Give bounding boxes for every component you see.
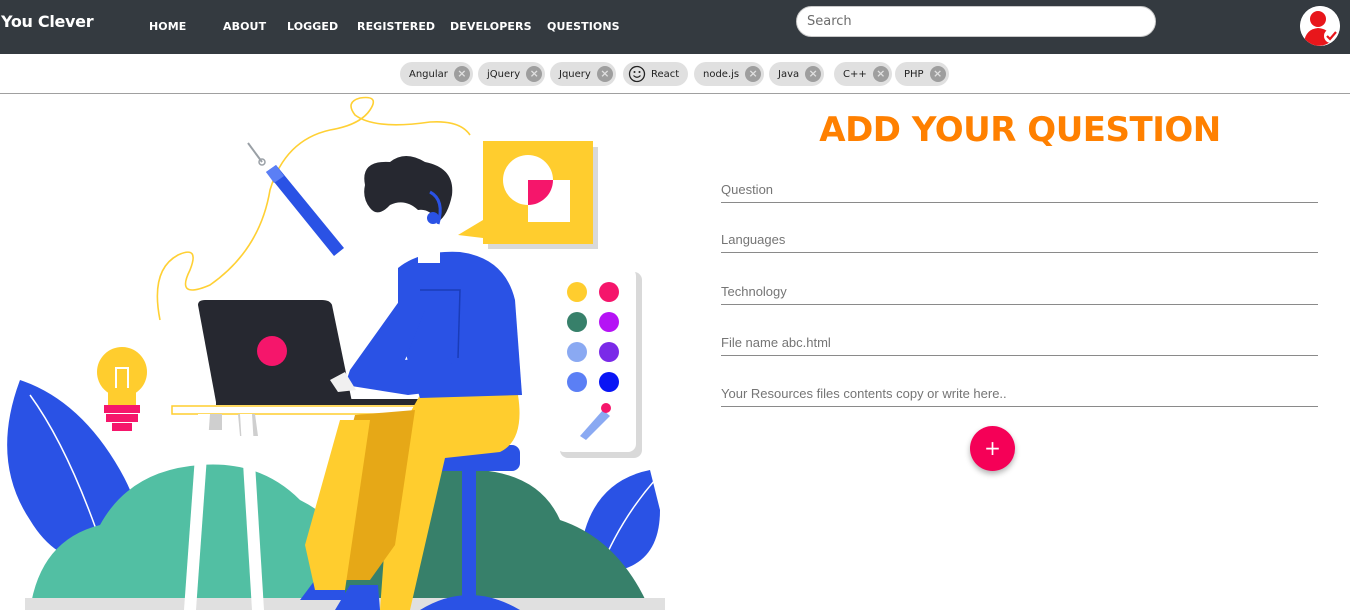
- tag-label: node.js: [703, 68, 740, 80]
- nav-home[interactable]: HOME: [149, 20, 186, 33]
- brand-logo[interactable]: You Clever: [1, 12, 94, 31]
- tag-label: jQuery: [487, 68, 521, 80]
- close-icon[interactable]: ×: [596, 66, 613, 82]
- tag-chip-php[interactable]: PHP ×: [895, 62, 949, 86]
- close-icon[interactable]: ×: [805, 66, 822, 82]
- tag-chip-react[interactable]: React: [623, 62, 689, 86]
- tag-chip-java[interactable]: Java ×: [769, 62, 825, 86]
- tag-label: Jquery: [559, 68, 591, 80]
- smiley-icon: [628, 65, 646, 83]
- question-field[interactable]: [721, 177, 1318, 203]
- tag-chip-cpp[interactable]: C++ ×: [834, 62, 892, 86]
- nav-questions[interactable]: QUESTIONS: [547, 20, 620, 33]
- close-icon[interactable]: ×: [526, 66, 543, 82]
- user-avatar-icon[interactable]: [1300, 6, 1340, 46]
- tag-label: Angular: [409, 68, 448, 80]
- close-icon[interactable]: ×: [872, 66, 889, 82]
- nav-about[interactable]: ABOUT: [223, 20, 266, 33]
- nav-logged[interactable]: LOGGED: [287, 20, 338, 33]
- developer-illustration: [7, 96, 665, 610]
- languages-field[interactable]: [721, 227, 1318, 253]
- tag-chip-jquery-2[interactable]: Jquery ×: [550, 62, 616, 86]
- close-icon[interactable]: ×: [453, 66, 470, 82]
- nav-registered[interactable]: REGISTERED: [357, 20, 435, 33]
- search-input[interactable]: [796, 6, 1156, 37]
- tag-label: C++: [843, 68, 867, 80]
- tag-bar: Angular × jQuery × Jquery × React node.j…: [0, 54, 1350, 94]
- tag-label: React: [651, 68, 680, 80]
- filename-field[interactable]: [721, 330, 1318, 356]
- tag-label: Java: [778, 68, 800, 80]
- resources-field[interactable]: [721, 381, 1318, 407]
- technology-field[interactable]: [721, 279, 1318, 305]
- page-title: ADD YOUR QUESTION: [819, 110, 1221, 150]
- tag-chip-nodejs[interactable]: node.js ×: [694, 62, 765, 86]
- tag-chip-jquery[interactable]: jQuery ×: [478, 62, 546, 86]
- close-icon[interactable]: ×: [745, 66, 762, 82]
- tag-chip-angular[interactable]: Angular ×: [400, 62, 473, 86]
- tag-label: PHP: [904, 68, 924, 80]
- add-question-button[interactable]: +: [970, 426, 1015, 471]
- close-icon[interactable]: ×: [929, 66, 946, 82]
- nav-developers[interactable]: DEVELOPERS: [450, 20, 532, 33]
- top-navbar: You Clever HOME ABOUT LOGGED REGISTERED …: [0, 0, 1350, 54]
